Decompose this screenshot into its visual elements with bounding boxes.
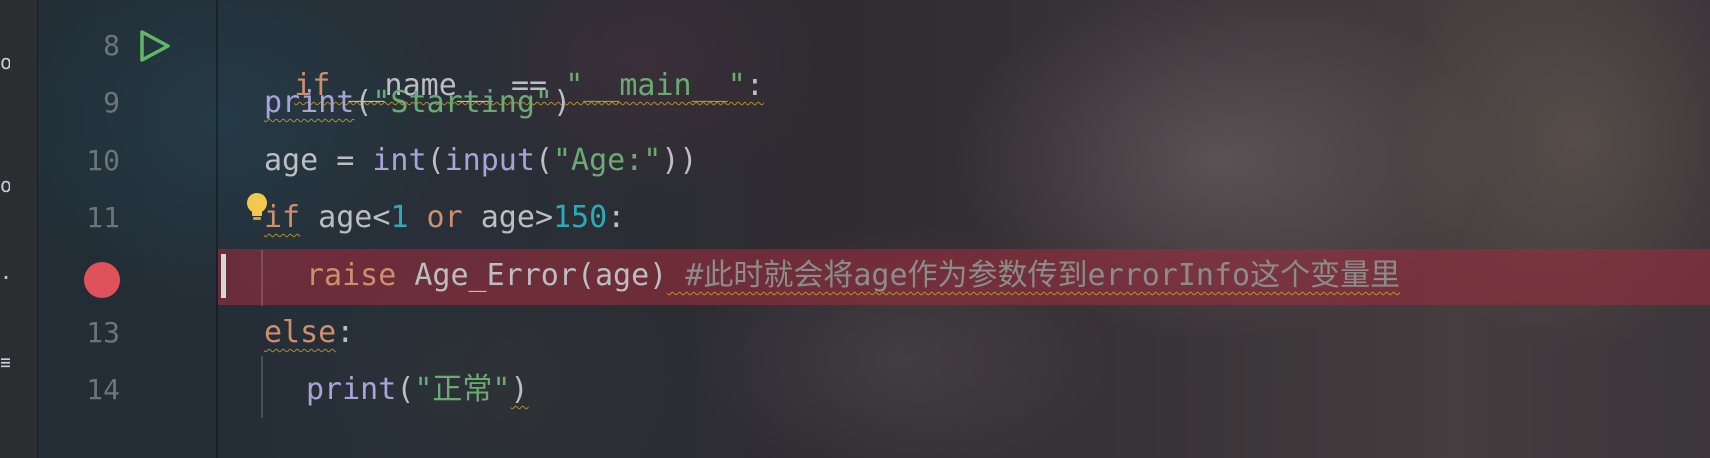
code-comment: #此时就会将age作为参数传到errorInfo这个变量里 [667, 258, 1401, 293]
keyword: else [264, 315, 337, 350]
string-literal: "__main__" [565, 68, 746, 103]
keyword: if [264, 200, 301, 235]
function-name: input [444, 143, 535, 178]
punctuation: ) [510, 372, 529, 407]
punctuation: ( [534, 143, 553, 178]
code-line-13[interactable]: else: [264, 313, 354, 353]
punctuation: )) [661, 143, 698, 178]
identifier: age [480, 200, 535, 235]
punctuation: ( [396, 372, 415, 407]
keyword: raise [306, 258, 397, 293]
code-editor[interactable]: if __name__ == "__main__": print("Starti… [0, 0, 1710, 458]
punctuation: ( [354, 85, 373, 120]
operator: = [318, 143, 373, 178]
punctuation: ) [553, 85, 572, 120]
intention-bulb-icon[interactable] [245, 192, 269, 222]
punctuation: : [607, 200, 626, 235]
punctuation: : [745, 68, 764, 103]
function-name: print [306, 372, 397, 407]
number-literal: 150 [553, 200, 608, 235]
code-line-9[interactable]: print("Starting") [264, 83, 571, 123]
code-line-10[interactable]: age = int(input("Age:")) [264, 141, 698, 181]
string-literal: "Age:" [553, 143, 662, 178]
punctuation: ( [426, 143, 445, 178]
identifier: age [300, 200, 373, 235]
code-line-12[interactable]: raise Age_Error(age) #此时就会将age作为参数传到erro… [306, 256, 1400, 296]
class-name: Age_Error [396, 258, 577, 293]
function-name: int [372, 143, 427, 178]
operator: > [534, 200, 553, 235]
number-literal: 1 [390, 200, 409, 235]
function-name: print [264, 85, 355, 120]
identifier: age [264, 143, 319, 178]
punctuation: : [336, 315, 355, 350]
string-literal: "Starting" [372, 85, 553, 120]
operator: < [372, 200, 391, 235]
string-literal: "正常" [414, 372, 511, 407]
arguments: (age) [576, 258, 668, 293]
code-line-14[interactable]: print("正常") [306, 370, 529, 410]
code-line-11[interactable]: if age<1 or age>150: [264, 198, 625, 238]
keyword: or [408, 200, 481, 235]
